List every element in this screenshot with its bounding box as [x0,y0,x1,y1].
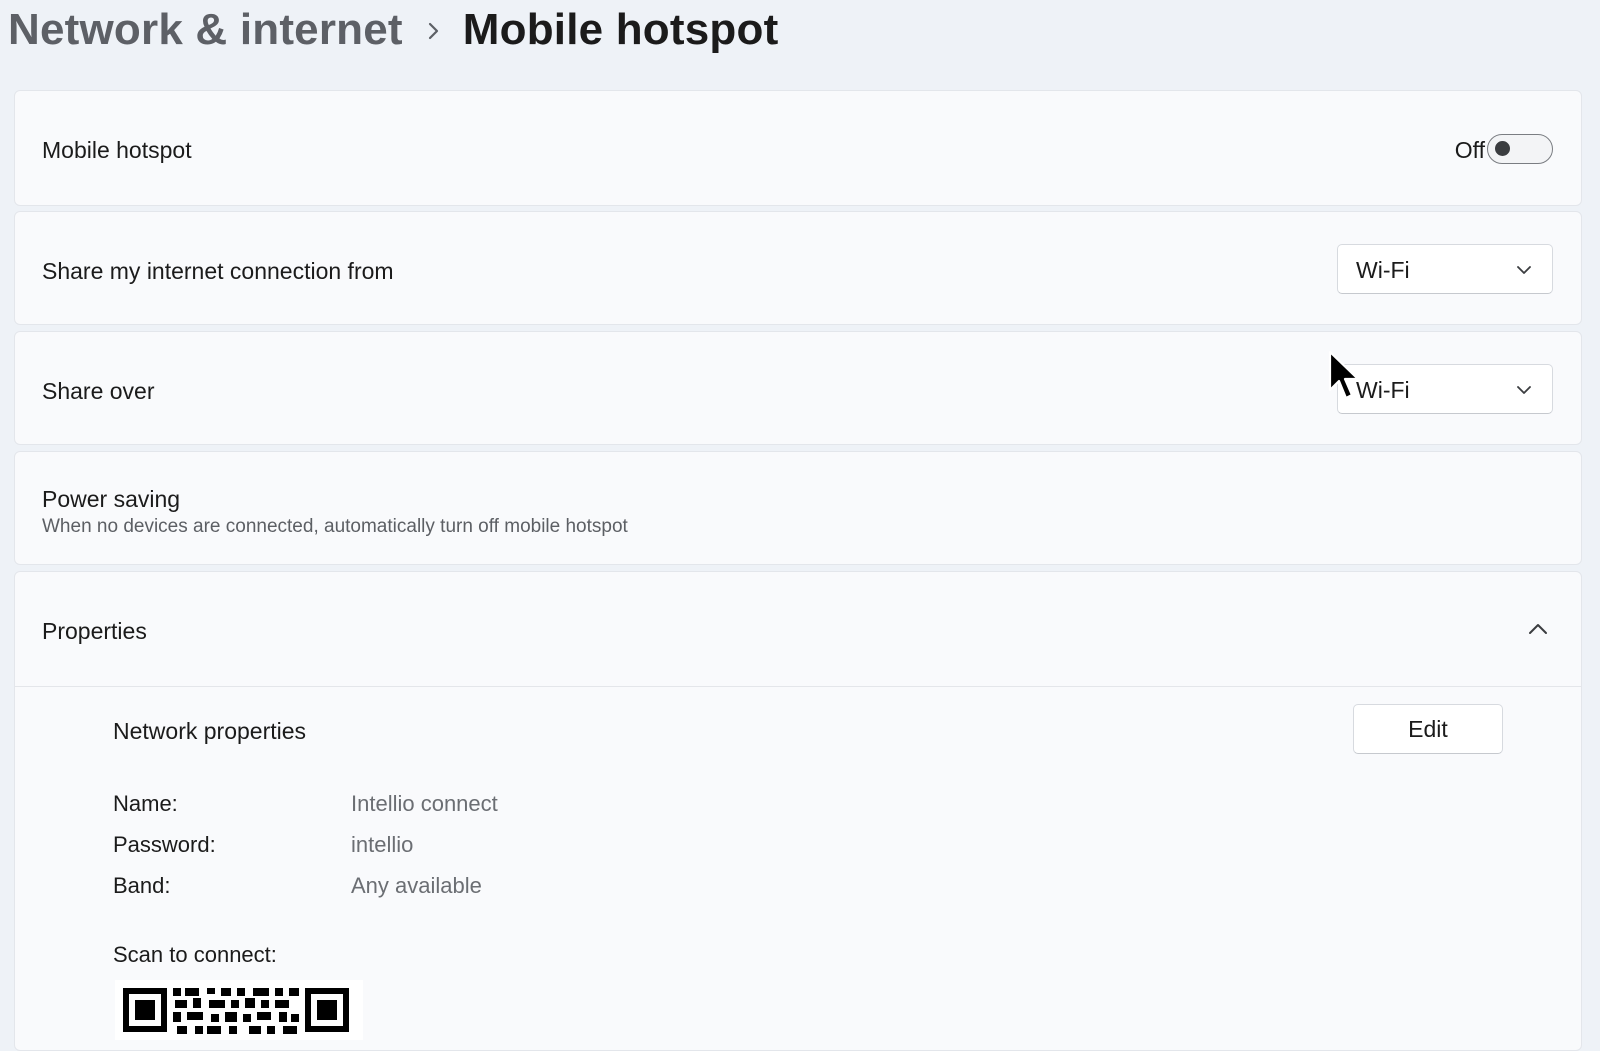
power-saving-label: Power saving [42,486,181,512]
name-value: Intellio connect [351,791,498,816]
share-over-dropdown[interactable]: Wi-Fi [1337,364,1553,414]
share-from-label: Share my internet connection from [42,258,394,284]
qr-code-icon [115,980,363,1040]
share-over-card: Share over Wi-Fi [14,331,1582,445]
chevron-right-icon [403,15,463,45]
toggle-state-text: Off [1454,137,1485,163]
page-title: Mobile hotspot [462,5,779,54]
mobile-hotspot-label: Mobile hotspot [42,137,192,163]
share-from-dropdown[interactable]: Wi-Fi [1337,244,1553,294]
band-label: Band: [113,873,171,898]
toggle-knob [1495,141,1510,156]
chevron-down-icon [1516,383,1532,401]
network-properties-heading: Network properties [113,718,307,744]
share-over-label: Share over [42,378,155,404]
properties-card: Properties Network properties Edit Name:… [14,571,1582,1051]
section-divider [15,686,1581,687]
mobile-hotspot-card: Mobile hotspot Off [14,90,1582,206]
band-value: Any available [351,873,482,898]
scan-to-connect-label: Scan to connect: [113,942,277,967]
mobile-hotspot-toggle[interactable] [1487,134,1553,164]
properties-label[interactable]: Properties [42,618,147,645]
breadcrumb: Network & internet Mobile hotspot [8,0,778,60]
name-label: Name: [113,791,178,816]
chevron-up-icon[interactable] [1527,622,1549,641]
password-label: Password: [113,832,216,857]
password-value: intellio [351,832,414,857]
breadcrumb-parent-link[interactable]: Network & internet [8,5,403,55]
chevron-down-icon [1516,263,1532,281]
share-over-value: Wi-Fi [1356,377,1410,403]
power-saving-description: When no devices are connected, automatic… [42,516,628,537]
power-saving-card: Power saving When no devices are connect… [14,451,1582,565]
share-from-value: Wi-Fi [1356,257,1410,283]
share-from-card: Share my internet connection from Wi-Fi [14,211,1582,325]
edit-button[interactable]: Edit [1353,704,1503,754]
